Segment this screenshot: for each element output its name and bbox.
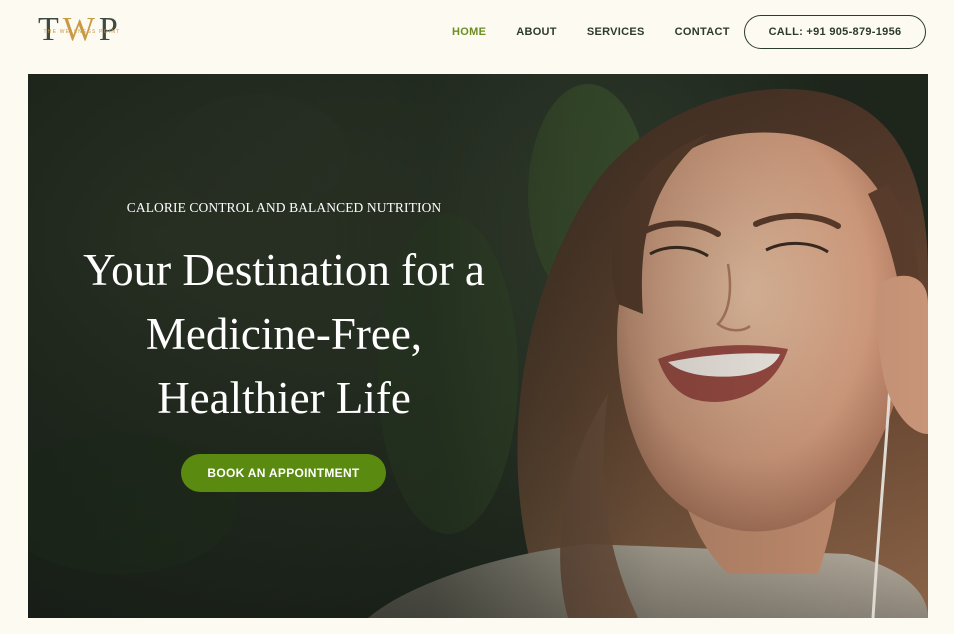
nav-about[interactable]: ABOUT [516, 26, 557, 38]
logo-tagline: THE WELLNESS POINT [43, 29, 121, 35]
nav-services[interactable]: SERVICES [587, 26, 645, 38]
logo[interactable]: TWP THE WELLNESS POINT [32, 12, 132, 48]
main-nav: HOME ABOUT SERVICES CONTACT [452, 26, 760, 38]
nav-home[interactable]: HOME [452, 26, 486, 38]
hero-content: CALORIE CONTROL AND BALANCED NUTRITION Y… [28, 74, 548, 618]
hero-banner: CALORIE CONTROL AND BALANCED NUTRITION Y… [28, 74, 928, 618]
page: TWP THE WELLNESS POINT HOME ABOUT SERVIC… [0, 0, 954, 634]
hero-headline-line-1: Your Destination for a [83, 245, 485, 295]
nav-contact[interactable]: CONTACT [675, 26, 730, 38]
hero-headline-line-2: Medicine-Free, [145, 309, 423, 359]
hero-eyebrow: CALORIE CONTROL AND BALANCED NUTRITION [126, 200, 442, 215]
call-button[interactable]: CALL: +91 905-879-1956 [744, 15, 926, 49]
site-header: TWP THE WELLNESS POINT HOME ABOUT SERVIC… [0, 0, 954, 70]
book-appointment-button[interactable]: BOOK AN APPOINTMENT [181, 454, 386, 492]
hero-headline-line-3: Healthier Life [157, 373, 411, 423]
hero-headline: Your Destination for a Medicine-Free, He… [28, 238, 540, 430]
